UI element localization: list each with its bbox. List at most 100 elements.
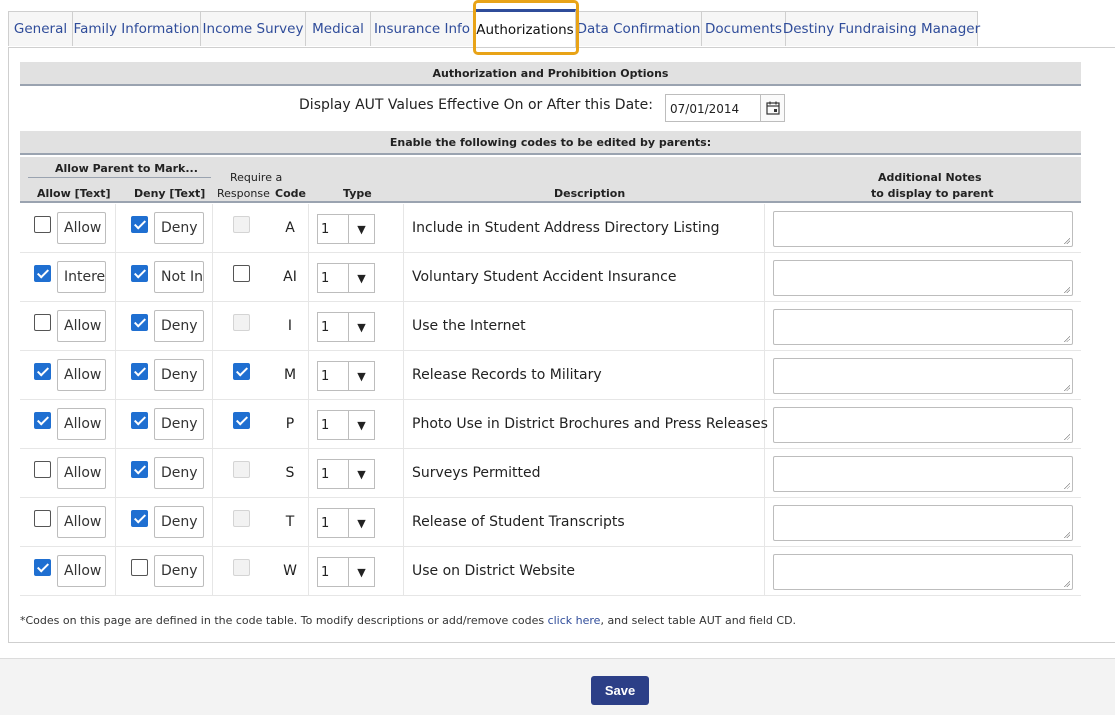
allow-text-input[interactable]: Allow [57, 359, 106, 391]
footnote: *Codes on this page are defined in the c… [20, 614, 796, 627]
type-select[interactable]: 1 ▼ [317, 410, 375, 440]
notes-textarea[interactable] [773, 554, 1073, 590]
group-divider [28, 177, 211, 178]
require-response-checkbox[interactable] [233, 412, 250, 429]
tab-general[interactable]: General [8, 11, 73, 46]
notes-textarea[interactable] [773, 407, 1073, 443]
group-header: Allow Parent to Mark... [55, 162, 198, 175]
deny-text-input[interactable]: Not Interested [154, 261, 204, 293]
tab-insurance-info[interactable]: Insurance Info [370, 11, 474, 46]
notes-textarea[interactable] [773, 309, 1073, 345]
require-response-checkbox[interactable] [233, 265, 250, 282]
type-select[interactable]: 1 ▼ [317, 214, 375, 244]
deny-text-input[interactable]: Deny [154, 457, 204, 489]
click-here-link[interactable]: click here [548, 614, 601, 627]
deny-text-input[interactable]: Deny [154, 310, 204, 342]
allow-text-input[interactable]: Allow [57, 408, 106, 440]
type-select[interactable]: 1 ▼ [317, 459, 375, 489]
deny-checkbox[interactable] [131, 216, 148, 233]
code-value: AI [283, 269, 297, 285]
allow-checkbox[interactable] [34, 510, 51, 527]
resize-handle-icon[interactable] [1063, 384, 1070, 391]
deny-text-input[interactable]: Deny [154, 506, 204, 538]
deny-checkbox[interactable] [131, 461, 148, 478]
resize-handle-icon[interactable] [1063, 482, 1070, 489]
allow-checkbox[interactable] [34, 559, 51, 576]
type-value: 1 [321, 418, 330, 433]
type-select[interactable]: 1 ▼ [317, 361, 375, 391]
col-type: Type [343, 187, 372, 200]
require-response-checkbox [233, 461, 250, 478]
codes-header: Enable the following codes to be edited … [20, 131, 1081, 155]
allow-checkbox[interactable] [34, 265, 51, 282]
deny-checkbox[interactable] [131, 363, 148, 380]
allow-text-input[interactable]: Allow [57, 457, 106, 489]
col-allow-text: Allow [Text] [37, 187, 111, 200]
save-button[interactable]: Save [591, 676, 649, 705]
deny-checkbox[interactable] [131, 265, 148, 282]
notes-textarea[interactable] [773, 456, 1073, 492]
allow-checkbox[interactable] [34, 412, 51, 429]
resize-handle-icon[interactable] [1063, 237, 1070, 244]
require-response-checkbox [233, 559, 250, 576]
deny-checkbox[interactable] [131, 314, 148, 331]
allow-text-input[interactable]: Interested [57, 261, 106, 293]
type-select[interactable]: 1 ▼ [317, 557, 375, 587]
tab-income-survey[interactable]: Income Survey [200, 11, 306, 46]
type-select[interactable]: 1 ▼ [317, 263, 375, 293]
tab-data-confirmation[interactable]: Data Confirmation [575, 11, 702, 46]
allow-checkbox[interactable] [34, 314, 51, 331]
bottom-bar [0, 658, 1115, 715]
require-response-checkbox [233, 510, 250, 527]
deny-text-input[interactable]: Deny [154, 212, 204, 244]
date-input[interactable]: 07/01/2014 [665, 94, 761, 122]
description-text: Use the Internet [412, 318, 526, 334]
date-filter-row: Display AUT Values Effective On or After… [20, 92, 1081, 124]
type-value: 1 [321, 565, 330, 580]
col-notes-line2: to display to parent [871, 187, 994, 200]
resize-handle-icon[interactable] [1063, 335, 1070, 342]
deny-text-input[interactable]: Deny [154, 359, 204, 391]
type-select[interactable]: 1 ▼ [317, 508, 375, 538]
notes-textarea[interactable] [773, 358, 1073, 394]
allow-text-input[interactable]: Allow [57, 310, 106, 342]
calendar-icon-glyph [765, 101, 780, 115]
deny-checkbox[interactable] [131, 412, 148, 429]
allow-checkbox[interactable] [34, 363, 51, 380]
type-select[interactable]: 1 ▼ [317, 312, 375, 342]
tab-authorizations[interactable]: Authorizations [474, 9, 576, 47]
footnote-text: *Codes on this page are defined in the c… [20, 614, 548, 627]
description-text: Voluntary Student Accident Insurance [412, 269, 677, 285]
type-value: 1 [321, 222, 330, 237]
tab-destiny-fundraising-manager[interactable]: Destiny Fundraising Manager [783, 11, 980, 46]
deny-text-input[interactable]: Deny [154, 408, 204, 440]
resize-handle-icon[interactable] [1063, 580, 1070, 587]
allow-text-input[interactable]: Allow [57, 506, 106, 538]
resize-handle-icon[interactable] [1063, 433, 1070, 440]
allow-text-input[interactable]: Allow [57, 555, 106, 587]
notes-textarea[interactable] [773, 505, 1073, 541]
tab-medical[interactable]: Medical [305, 11, 371, 46]
deny-checkbox[interactable] [131, 559, 148, 576]
col-require-line1: Require a [230, 171, 283, 184]
col-description: Description [554, 187, 626, 200]
deny-checkbox[interactable] [131, 510, 148, 527]
resize-handle-icon[interactable] [1063, 286, 1070, 293]
code-value: W [283, 563, 297, 579]
type-value: 1 [321, 516, 330, 531]
deny-text-input[interactable]: Deny [154, 555, 204, 587]
notes-textarea[interactable] [773, 260, 1073, 296]
require-response-checkbox[interactable] [233, 363, 250, 380]
calendar-icon[interactable] [760, 94, 785, 122]
allow-checkbox[interactable] [34, 461, 51, 478]
resize-handle-icon[interactable] [1063, 531, 1070, 538]
description-text: Include in Student Address Directory Lis… [412, 220, 720, 236]
allow-checkbox[interactable] [34, 216, 51, 233]
tab-documents[interactable]: Documents [701, 11, 786, 46]
col-code: Code [275, 187, 306, 200]
tab-family-information[interactable]: Family Information [72, 11, 201, 46]
footnote-text-end: , and select table AUT and field CD. [600, 614, 797, 627]
notes-textarea[interactable] [773, 211, 1073, 247]
allow-text-input[interactable]: Allow [57, 212, 106, 244]
type-value: 1 [321, 320, 330, 335]
